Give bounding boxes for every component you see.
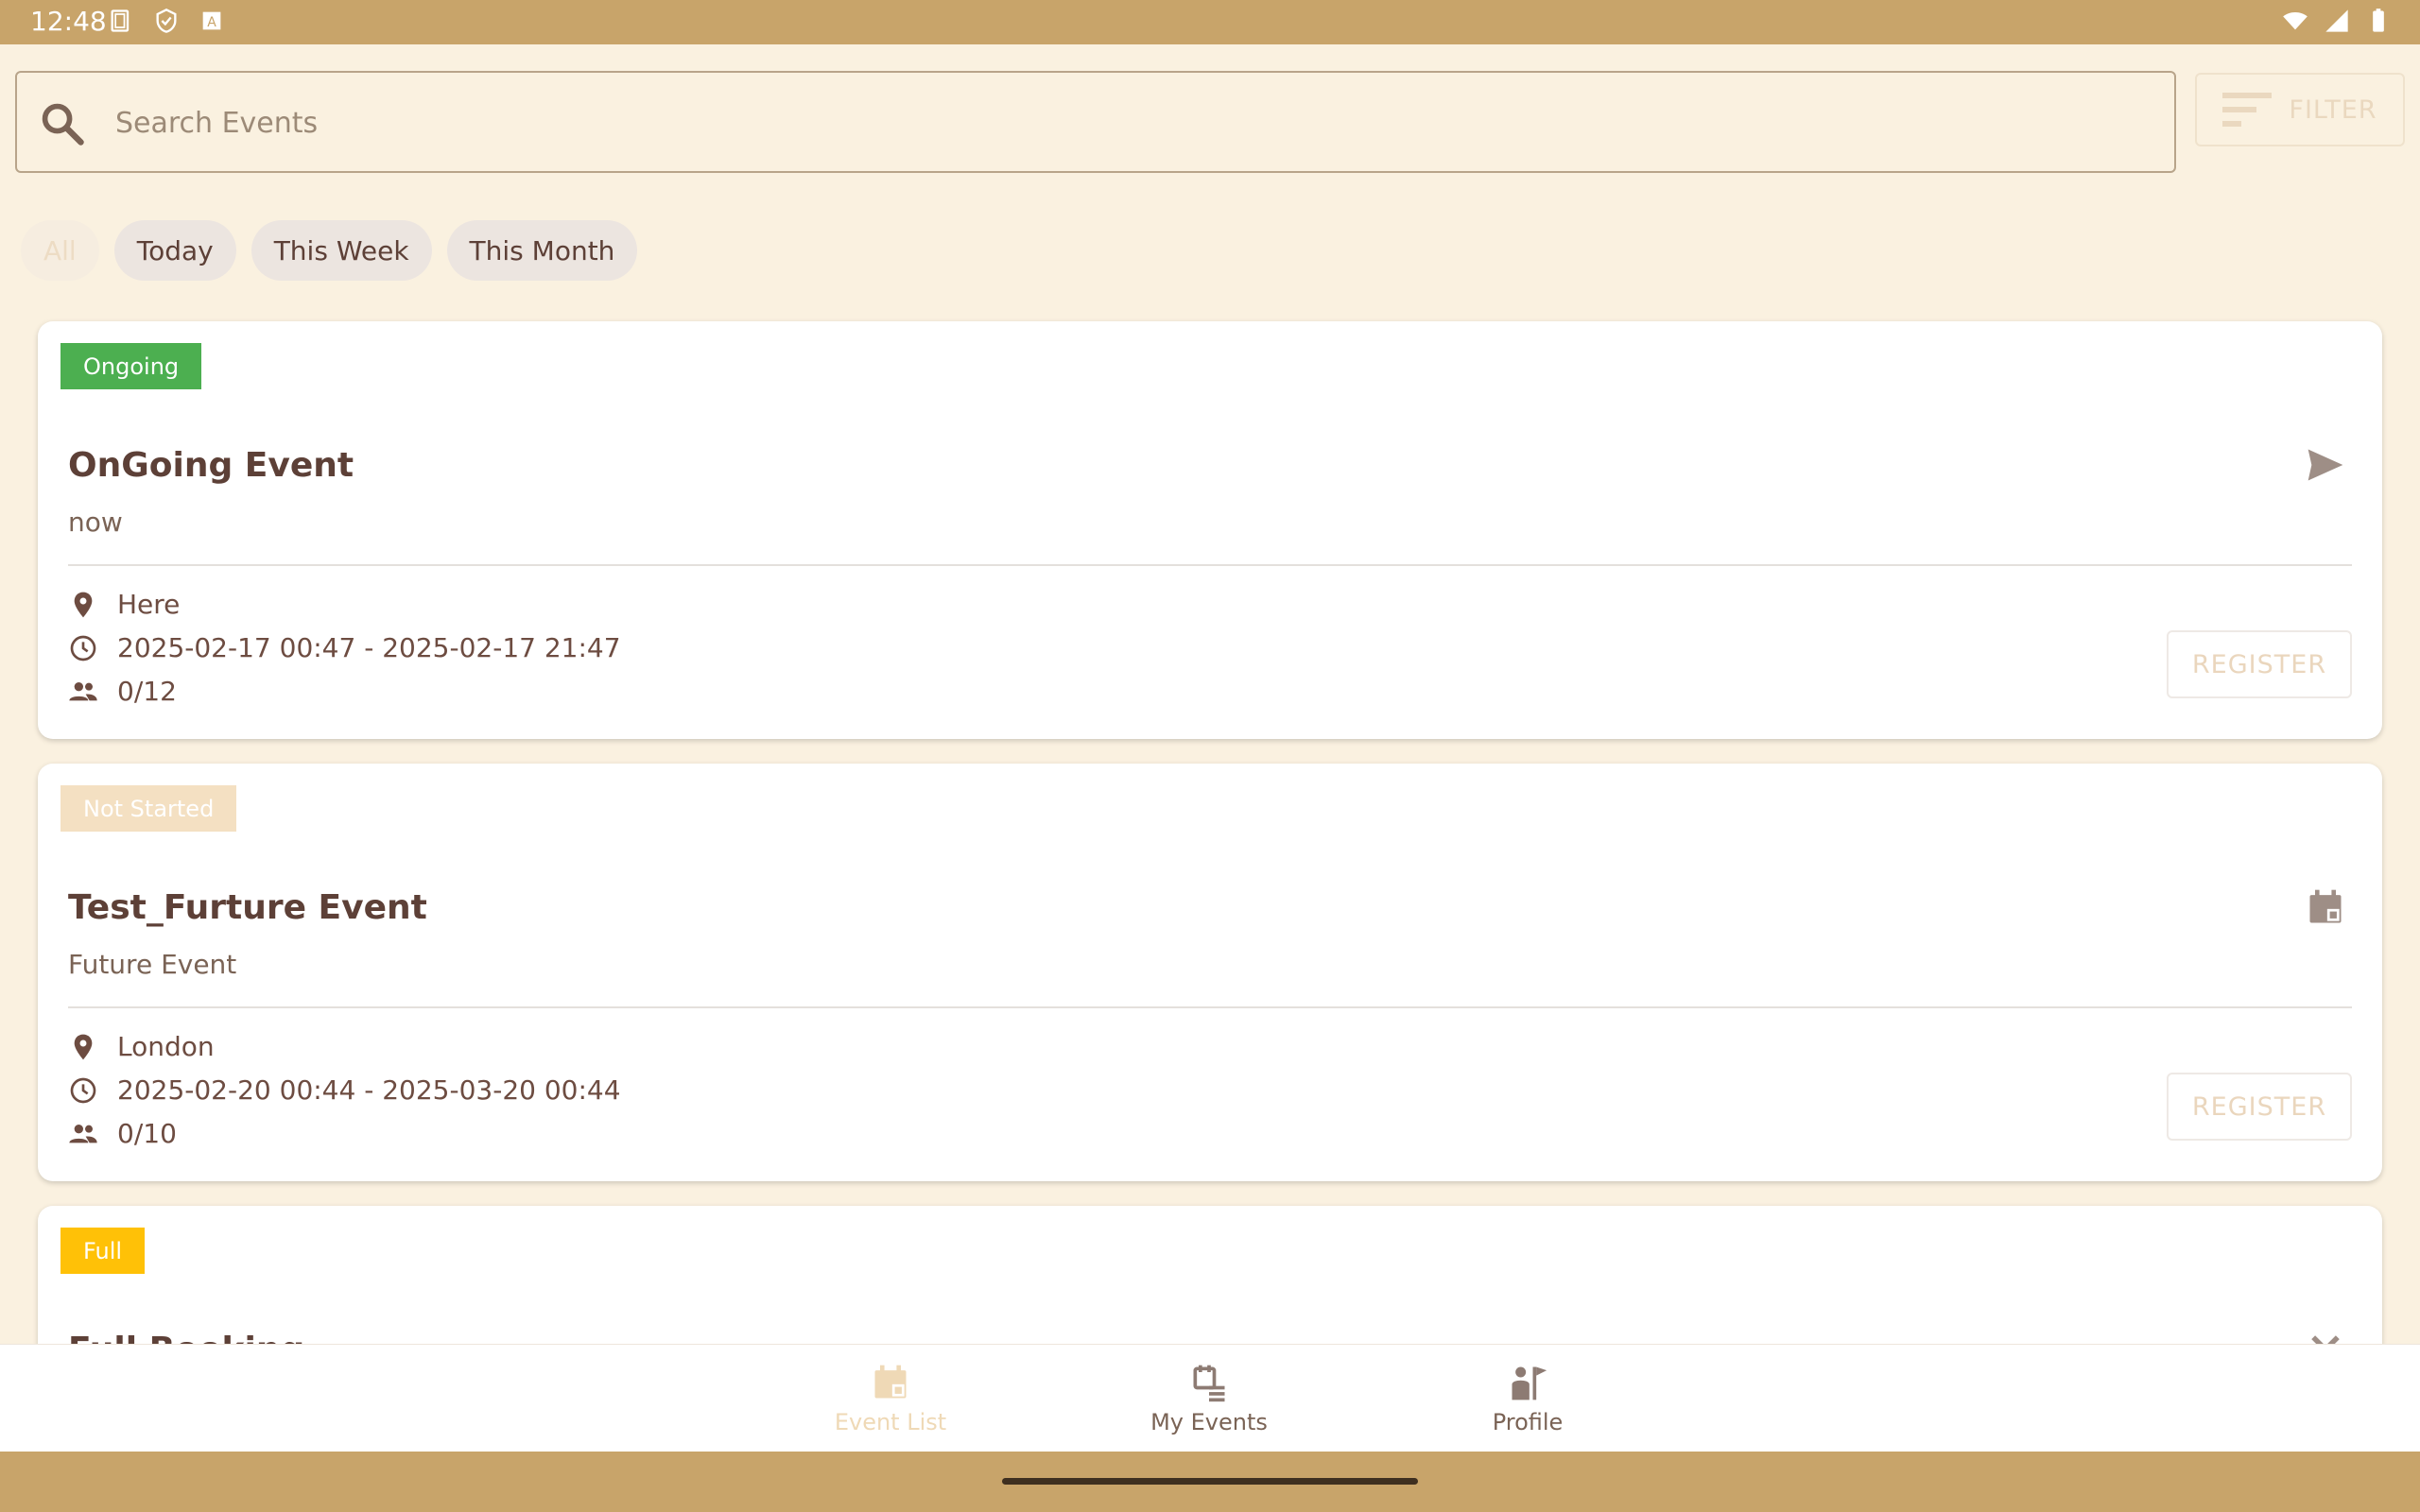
- wifi-icon: [2283, 11, 2308, 30]
- event-list-icon: [874, 1365, 907, 1399]
- status-badge: Full: [60, 1228, 146, 1274]
- chip-today[interactable]: Today: [113, 220, 236, 281]
- svg-text:A: A: [207, 15, 216, 30]
- nav-label: My Events: [1150, 1409, 1268, 1435]
- filter-label: FILTER: [2289, 94, 2377, 125]
- search-icon: [42, 103, 84, 146]
- event-card[interactable]: Not Started Test_Furture Event Future Ev…: [38, 764, 2382, 1181]
- chip-all[interactable]: All: [21, 220, 99, 281]
- location-text: Here: [117, 589, 181, 620]
- location-text: London: [117, 1031, 215, 1062]
- people-icon: [69, 681, 97, 700]
- bottom-navigation: Event List My Events Profile: [0, 1344, 2420, 1452]
- shield-icon: [156, 9, 177, 33]
- event-title: OnGoing Event: [68, 446, 354, 485]
- signal-icon: [2325, 9, 2348, 32]
- status-badge: Ongoing: [60, 343, 202, 389]
- nav-event-list[interactable]: Event List: [796, 1362, 985, 1435]
- search-input[interactable]: [113, 92, 2150, 154]
- font-icon: A: [202, 11, 221, 30]
- status-icons-right: [2282, 8, 2392, 34]
- nav-my-events[interactable]: My Events: [1115, 1362, 1304, 1435]
- register-button[interactable]: REGISTER: [2167, 1073, 2352, 1141]
- status-bar: 12:48 A: [0, 0, 2420, 44]
- time-text: 2025-02-20 00:44 - 2025-03-20 00:44: [117, 1074, 621, 1106]
- nav-profile[interactable]: Profile: [1433, 1362, 1622, 1435]
- people-icon: [69, 1124, 97, 1143]
- event-location: London: [68, 1031, 215, 1062]
- time-text: 2025-02-17 00:47 - 2025-02-17 21:47: [117, 632, 621, 663]
- location-pin-icon: [74, 592, 93, 617]
- screenshot-icon: [111, 9, 130, 32]
- status-icons-left: A: [108, 8, 225, 34]
- event-subtitle: Future Event: [68, 949, 237, 980]
- divider: [68, 564, 2352, 566]
- chip-this-week[interactable]: This Week: [251, 220, 432, 281]
- chip-this-month[interactable]: This Month: [446, 220, 638, 281]
- event-time: 2025-02-17 00:47 - 2025-02-17 21:47: [68, 632, 621, 663]
- my-events-icon: [1193, 1365, 1225, 1402]
- profile-icon: [1512, 1366, 1547, 1400]
- event-location: Here: [68, 589, 180, 620]
- event-title: Test_Furture Event: [68, 888, 427, 927]
- calendar-icon[interactable]: [2305, 886, 2346, 928]
- event-subtitle: now: [68, 507, 123, 538]
- nav-label: Event List: [834, 1409, 947, 1435]
- nav-label: Profile: [1492, 1409, 1564, 1435]
- system-navigation-bar: [0, 1452, 2420, 1512]
- status-badge: Not Started: [60, 785, 237, 832]
- search-box[interactable]: [15, 71, 2176, 173]
- location-pin-icon: [74, 1034, 93, 1059]
- clock-icon: [70, 635, 96, 661]
- event-attendees: 0/12: [68, 676, 177, 707]
- event-time: 2025-02-20 00:44 - 2025-03-20 00:44: [68, 1074, 621, 1106]
- date-filter-chips: All Today This Week This Month: [21, 220, 638, 281]
- divider: [68, 1006, 2352, 1008]
- attendees-text: 0/10: [117, 1118, 177, 1149]
- battery-icon: [2373, 9, 2384, 32]
- filter-button[interactable]: FILTER: [2195, 73, 2405, 146]
- clock-icon: [70, 1077, 96, 1103]
- attendees-text: 0/12: [117, 676, 177, 707]
- home-gesture-handle[interactable]: [1002, 1478, 1418, 1485]
- register-button[interactable]: REGISTER: [2167, 630, 2352, 698]
- send-icon[interactable]: [2305, 444, 2346, 486]
- event-card[interactable]: Ongoing OnGoing Event now Here 2025-02-1…: [38, 321, 2382, 739]
- filter-list-icon: [2222, 93, 2273, 127]
- event-attendees: 0/10: [68, 1118, 177, 1149]
- status-time: 12:48: [30, 6, 107, 37]
